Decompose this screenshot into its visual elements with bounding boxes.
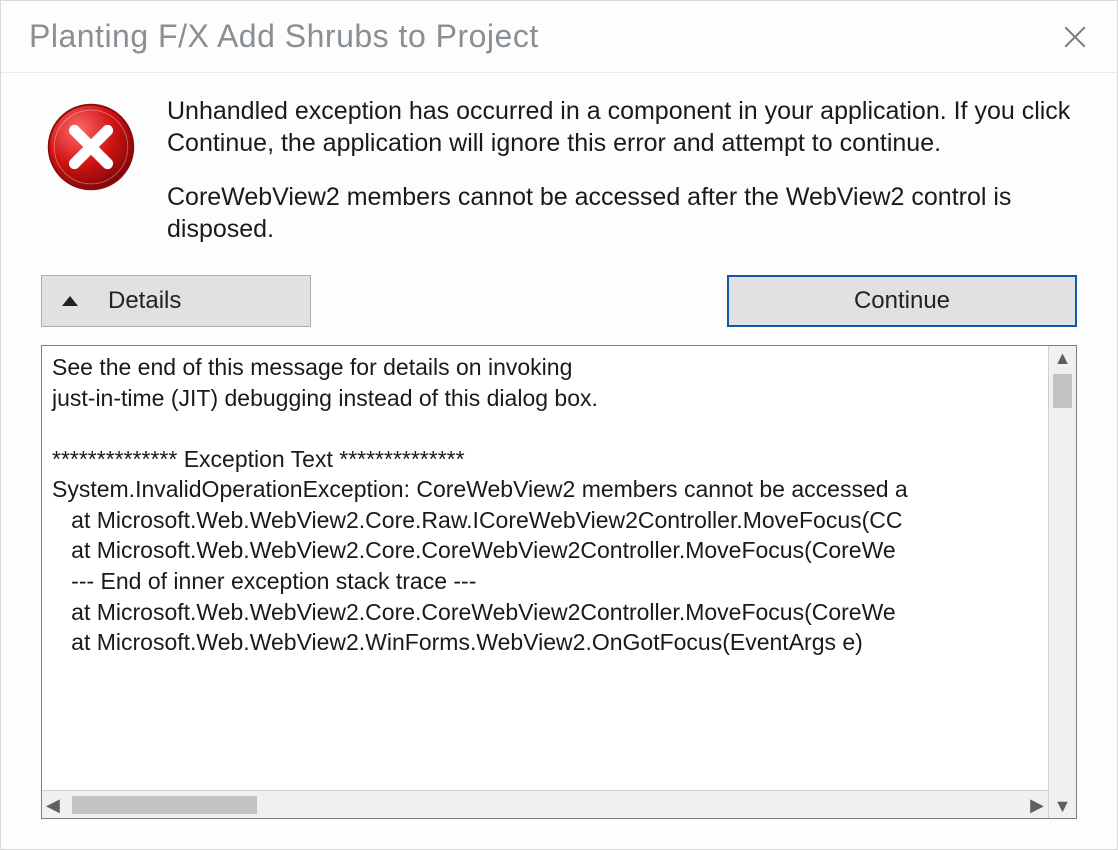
message-text: Unhandled exception has occurred in a co… [167, 95, 1077, 245]
scroll-down-arrow-icon[interactable]: ▼ [1054, 794, 1072, 818]
message-paragraph-2: CoreWebView2 members cannot be accessed … [167, 181, 1077, 245]
message-area: Unhandled exception has occurred in a co… [1, 73, 1117, 255]
error-icon [41, 95, 141, 245]
details-panel: See the end of this message for details … [41, 345, 1077, 819]
caret-up-icon [60, 294, 80, 308]
scroll-right-arrow-icon[interactable]: ▶ [1026, 796, 1048, 814]
button-row: Details Continue [1, 255, 1117, 341]
horizontal-scroll-thumb[interactable] [72, 796, 257, 814]
details-button[interactable]: Details [41, 275, 311, 327]
error-dialog: Planting F/X Add Shrubs to Project [0, 0, 1118, 850]
vertical-scrollbar[interactable]: ▲ ▼ [1048, 346, 1076, 818]
titlebar: Planting F/X Add Shrubs to Project [1, 1, 1117, 73]
dialog-title: Planting F/X Add Shrubs to Project [29, 18, 539, 55]
close-icon [1062, 24, 1088, 50]
scroll-left-arrow-icon[interactable]: ◀ [42, 796, 64, 814]
close-button[interactable] [1051, 13, 1099, 61]
continue-button[interactable]: Continue [727, 275, 1077, 327]
horizontal-scrollbar[interactable]: ◀ ▶ [42, 790, 1048, 818]
details-text[interactable]: See the end of this message for details … [42, 346, 1048, 818]
details-label: Details [108, 287, 181, 315]
vertical-scroll-thumb[interactable] [1053, 374, 1072, 408]
scroll-up-arrow-icon[interactable]: ▲ [1054, 346, 1072, 370]
message-paragraph-1: Unhandled exception has occurred in a co… [167, 95, 1077, 159]
continue-label: Continue [854, 287, 950, 315]
